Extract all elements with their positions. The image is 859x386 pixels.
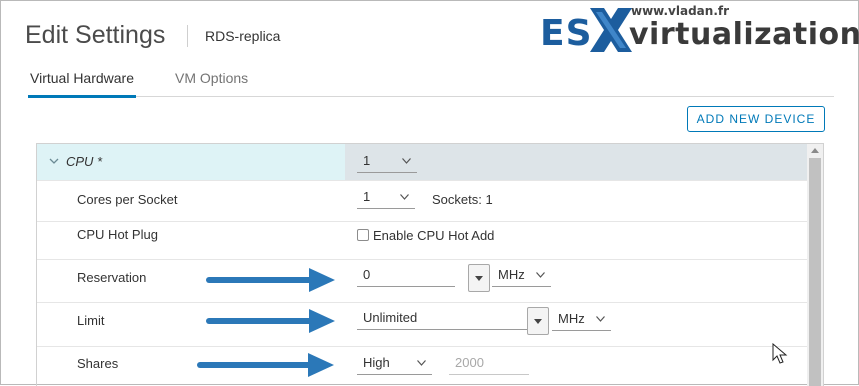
reservation-unit: MHz [498, 267, 525, 282]
page-title: Edit Settings [25, 21, 166, 49]
chevron-down-icon [400, 194, 409, 200]
limit-label: Limit [77, 313, 105, 328]
reservation-label: Reservation [77, 270, 147, 285]
enable-cpu-hot-add-label: Enable CPU Hot Add [373, 228, 495, 243]
cpu-row-header[interactable]: CPU * [37, 144, 345, 180]
cores-per-socket-label: Cores per Socket [77, 192, 178, 207]
reservation-dropdown-button[interactable] [468, 264, 490, 292]
limit-dropdown-button[interactable] [527, 307, 549, 335]
enable-cpu-hot-add-checkbox[interactable] [357, 229, 369, 241]
reservation-value: 0 [363, 267, 371, 282]
limit-unit-select[interactable]: MHz [552, 308, 611, 331]
mouse-cursor-icon [772, 343, 788, 364]
cpu-count-select[interactable]: 1 [357, 150, 417, 173]
add-new-device-button[interactable]: ADD NEW DEVICE [687, 106, 825, 132]
shares-row: Shares High 2000 [37, 347, 807, 386]
cpu-hot-plug-label: CPU Hot Plug [77, 227, 158, 242]
shares-label: Shares [77, 356, 119, 371]
tab-vm-options[interactable]: VM Options [175, 70, 248, 95]
tab-label: Virtual Hardware [30, 70, 135, 86]
chevron-down-icon[interactable] [49, 156, 59, 166]
annotation-arrow-icon [206, 309, 335, 333]
cpu-row: CPU * 1 i [37, 144, 807, 181]
cpu-label: CPU * [66, 154, 103, 169]
shares-amount: 2000 [455, 355, 484, 370]
shares-value: High [363, 355, 390, 370]
limit-value: Unlimited [363, 310, 418, 325]
scrollbar-thumb[interactable] [809, 158, 821, 386]
limit-unit: MHz [558, 311, 585, 326]
reservation-input[interactable]: 0 [357, 264, 455, 287]
cpu-count-value: 1 [363, 153, 371, 168]
watermark-brand-text: virtualization [629, 17, 859, 52]
tab-bar: Virtual Hardware VM Options [28, 62, 834, 98]
cores-per-socket-value: 1 [363, 189, 371, 204]
sockets-text: Sockets: 1 [432, 192, 493, 207]
watermark-url: www.vladan.fr [631, 4, 730, 18]
chevron-down-icon [417, 360, 426, 366]
tab-virtual-hardware[interactable]: Virtual Hardware [28, 70, 137, 98]
reservation-unit-select[interactable]: MHz [492, 264, 551, 287]
watermark-x-logo [590, 8, 632, 52]
tab-label: VM Options [175, 70, 249, 86]
vm-name: RDS-replica [205, 28, 281, 44]
caret-down-icon [475, 276, 483, 281]
shares-amount-input[interactable]: 2000 [449, 352, 529, 375]
scrollbar[interactable] [807, 144, 823, 386]
chevron-down-icon [596, 316, 605, 322]
cpu-hot-plug-row: CPU Hot Plug Enable CPU Hot Add [37, 222, 807, 260]
hardware-table: CPU * 1 i Cores per Socket 1 Sockets: 1 … [36, 143, 824, 386]
chevron-down-icon [536, 272, 545, 278]
cpu-row-value-area: 1 i [345, 144, 807, 180]
cores-per-socket-select[interactable]: 1 [357, 186, 415, 209]
limit-input[interactable]: Unlimited [357, 307, 527, 330]
reservation-row: Reservation 0 MHz [37, 260, 807, 303]
title-divider [187, 25, 188, 47]
annotation-arrow-icon [197, 353, 334, 377]
annotation-arrow-icon [206, 268, 335, 292]
scroll-up-icon[interactable] [811, 148, 819, 153]
limit-row: Limit Unlimited MHz [37, 303, 807, 347]
caret-down-icon [534, 319, 542, 324]
watermark-brand-es: ES [540, 13, 593, 54]
cores-per-socket-row: Cores per Socket 1 Sockets: 1 [37, 180, 807, 222]
shares-select[interactable]: High [357, 352, 432, 375]
chevron-down-icon [402, 158, 411, 164]
